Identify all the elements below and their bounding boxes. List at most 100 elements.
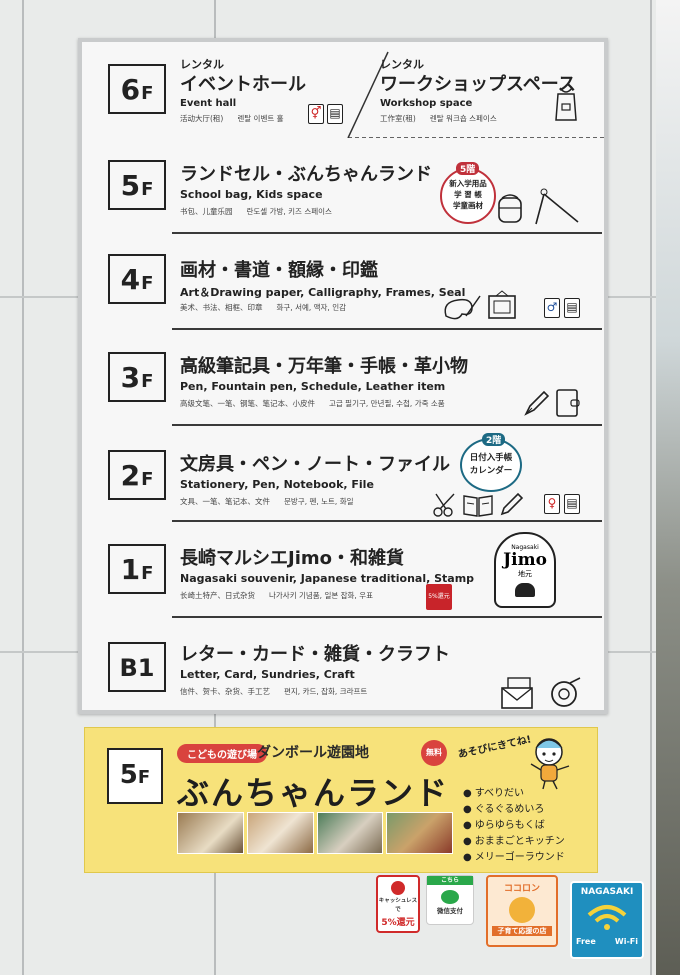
frame-icon — [488, 290, 516, 319]
restroom-icon: ♂ — [544, 298, 560, 318]
floor-number: 4 — [120, 263, 141, 296]
list-item: ゆらゆらもくば — [463, 818, 565, 834]
floor-number: 1 — [120, 553, 141, 586]
bubble-line: 日付入手帳 — [469, 453, 513, 463]
slide-icon — [535, 188, 579, 225]
floor-subtitle: 书包、儿童乐园 란도셀 가방, 키즈 스페이스 — [180, 206, 332, 217]
floor-title-en: School bag, Kids space — [180, 188, 323, 201]
bubble-floor-tag: 2階 — [482, 433, 506, 446]
floor-subtitle: 工作室(租) 렌탈 워크숍 스페이스 — [380, 113, 497, 124]
sticker-main-text: 微信支付 — [437, 907, 463, 915]
floor-badge: 5F — [107, 748, 163, 804]
restroom-icon: ♀ — [544, 494, 560, 514]
floor-badge: 5F — [108, 160, 166, 210]
floor-unit: F — [141, 371, 154, 392]
logo-bottom-text: 地元 — [518, 570, 532, 578]
bubble-line: 学 習 帳 — [454, 190, 482, 199]
floor-badge: B1 — [108, 642, 166, 692]
elevator-icon: ▤ — [327, 104, 343, 124]
planner-calendar-bubble: 2階 日付入手帳 カレンダー — [460, 433, 522, 492]
scissors-icon — [433, 493, 455, 517]
subtitle-zh: 文具、一笔、笔记本、文件 — [180, 497, 270, 506]
school-supplies-bubble: 5階 新入学用品 学 習 帳 学童画材 — [440, 162, 496, 224]
floor-title-ja: 長崎マルシエJimo・和雑貨 — [180, 548, 404, 569]
floor-6f: 6F レンタル イベントホール Event hall 活动大厅(租) 렌탈 이벤트… — [82, 42, 604, 138]
floor-number: 3 — [120, 361, 141, 394]
subtitle-zh: 长崎土特产、日式杂货 — [180, 591, 255, 600]
rides-list: すべりだい ぐるぐるめいろ ゆらゆらもくば おままごとキッチン メリーゴーラウン… — [463, 786, 565, 866]
subtitle-ko: 렌탈 이벤트 홀 — [237, 114, 284, 123]
floor-title-en: Letter, Card, Sundries, Craft — [180, 668, 355, 681]
sticker-text: ココロン — [503, 884, 540, 894]
photo — [316, 812, 384, 854]
subtitle-zh: 高级文笔、一笔、钢笔、笔记本、小皮件 — [180, 399, 315, 408]
floor-title-ja: 高級筆記具・万年筆・手帳・革小物 — [180, 356, 468, 377]
subtitle-ko: 편지, 카드, 잡화, 크라프트 — [284, 687, 368, 696]
subtitle-ko: 나가사키 기념품, 일본 잡화, 우표 — [269, 591, 374, 600]
floor-4f: 4F 画材・書道・額縁・印鑑 Art＆Drawing paper, Callig… — [82, 234, 604, 330]
fountain-pen-icon — [524, 390, 550, 416]
floor-title-en: Art＆Drawing paper, Calligraphy, Frames, … — [180, 286, 466, 299]
sticker-text: Wi-Fi — [614, 937, 638, 946]
kosodate-support-sticker: ココロン 子育て応援の店 — [486, 875, 558, 947]
bubble-line: 学童画材 — [453, 201, 483, 210]
floor-badge: 2F — [108, 450, 166, 500]
floor-unit: F — [141, 83, 154, 104]
mascot-icon — [530, 738, 570, 790]
floor-title-ja: ランドセル・ぶんちゃんランド — [180, 164, 432, 185]
promo-subtitle: ダンボール遊園地 — [257, 745, 369, 761]
subtitle-zh: 活动大厅(租) — [180, 114, 224, 123]
floor-unit: F — [141, 563, 154, 584]
palette-icon — [444, 295, 481, 320]
letter-icon — [501, 677, 533, 709]
floor-number: B1 — [119, 654, 155, 682]
floor-title-ja: 文房具・ペン・ノート・ファイル — [180, 454, 450, 475]
floor-title-ja: イベントホール — [180, 74, 306, 95]
floor-title-en: Event hall — [180, 98, 237, 109]
floor-number: 6 — [120, 73, 141, 106]
floor-badge: 6F — [108, 64, 166, 114]
photo — [177, 812, 244, 854]
floor-title-en: Stationery, Pen, Notebook, File — [180, 478, 374, 491]
floor-1f: 1F 長崎マルシエJimo・和雑貨 Nagasaki souvenir, Jap… — [82, 522, 604, 618]
photo — [246, 812, 314, 854]
bubble-line: カレンダー — [469, 466, 513, 476]
floor-number: 5 — [119, 760, 138, 790]
subtitle-zh: 美术、书法、相框、印章 — [180, 303, 263, 312]
subtitle-ko: 란도셀 가방, 키즈 스페이스 — [246, 207, 332, 216]
list-item: おままごとキッチン — [463, 834, 565, 850]
sticker-text: Free — [576, 937, 596, 946]
floor-subtitle: 活动大厅(租) 렌탈 이벤트 홀 — [180, 113, 284, 124]
pencil-icon — [500, 492, 524, 516]
wechat-icon — [441, 890, 459, 904]
floor-subtitle: 文具、一笔、笔记本、文件 문방구, 펜, 노트, 화일 — [180, 496, 354, 507]
floor-unit: F — [141, 179, 154, 200]
floor-title-en: Workshop space — [380, 98, 473, 109]
sticker-main-text: 5%還元 — [381, 918, 415, 928]
subtitle-zh: 工作室(租) — [380, 114, 416, 123]
elevator-icon: ▤ — [564, 494, 580, 514]
apron-icon — [555, 87, 577, 121]
floor-badge: 1F — [108, 544, 166, 594]
floor-badge: 4F — [108, 254, 166, 304]
floor-subtitle: 高级文笔、一笔、钢笔、笔记本、小皮件 고급 필기구, 만년필, 수첩, 가죽 소품 — [180, 398, 445, 409]
floor-3f: 3F 高級筆記具・万年筆・手帳・革小物 Pen, Fountain pen, S… — [82, 330, 604, 426]
subtitle-zh: 信件、贺卡、杂货、手工艺 — [180, 687, 270, 696]
sticker-text: キャッシュレスで — [378, 898, 418, 913]
sticker-text: NAGASAKI — [580, 887, 634, 897]
floor-subtitle: 长崎土特产、日式杂货 나가사키 기념품, 일본 잡화, 우표 — [180, 590, 373, 601]
floor-badge: 3F — [108, 352, 166, 402]
tile-seam — [650, 0, 652, 975]
elevator-icon: ▤ — [564, 298, 580, 318]
restroom-icon: ⚥ — [308, 104, 324, 124]
tile-seam — [22, 0, 24, 975]
photo — [386, 812, 453, 854]
bubble-line: 新入学用品 — [449, 179, 487, 188]
floor-number: 5 — [120, 169, 141, 202]
book-icon — [463, 495, 493, 517]
cashless-label: 5%還元 — [428, 593, 450, 600]
callout-text: あそびにきてね! — [457, 734, 533, 761]
free-badge: 無料 — [421, 740, 447, 766]
floor-title-en: Pen, Fountain pen, Schedule, Leather ite… — [180, 380, 446, 393]
photo-strip — [177, 812, 453, 854]
